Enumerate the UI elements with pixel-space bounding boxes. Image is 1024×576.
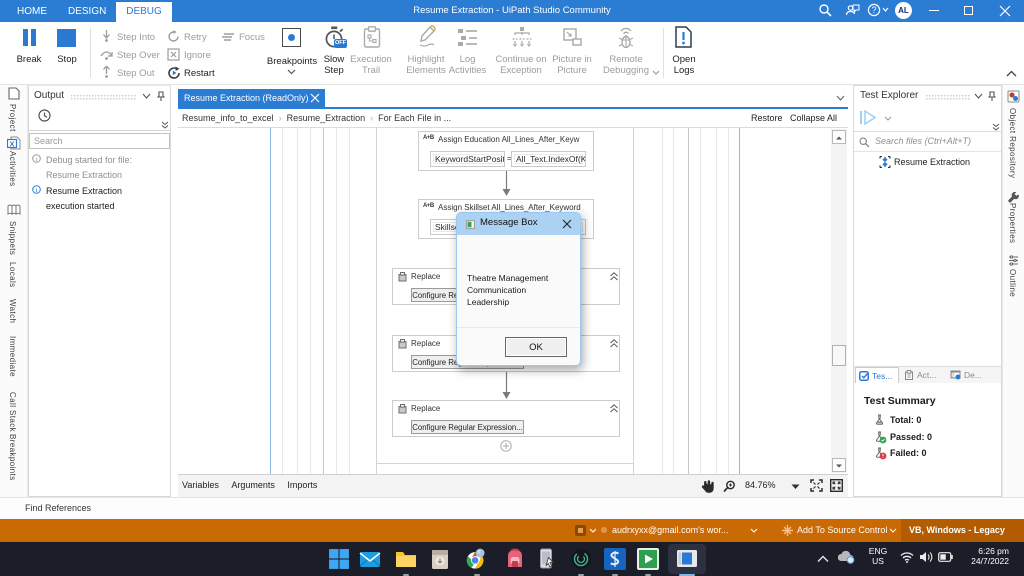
svg-text:?: ? bbox=[871, 5, 876, 15]
svg-text:X: X bbox=[9, 140, 14, 149]
svg-text:i: i bbox=[36, 187, 38, 194]
svg-text:i: i bbox=[36, 156, 38, 163]
